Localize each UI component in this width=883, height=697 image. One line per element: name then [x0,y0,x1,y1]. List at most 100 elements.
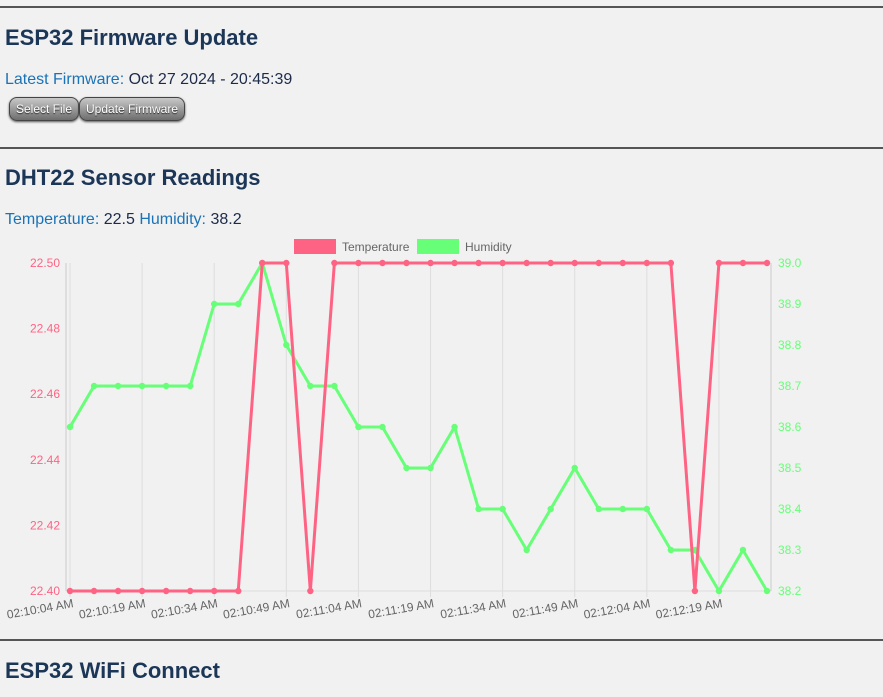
y-left-tick-label: 22.48 [30,322,60,336]
y-right-tick-label: 38.4 [778,502,802,516]
temperature-point [186,587,194,595]
temperature-point [162,587,170,595]
y-right-tick-label: 38.7 [778,379,802,393]
x-tick-label: 02:10:34 AM [150,596,219,621]
wifi-title: ESP32 WiFi Connect [5,658,220,683]
legend-temperature-swatch [294,239,336,254]
y-left-tick-label: 22.46 [30,387,60,401]
y-right-tick-label: 38.8 [778,338,802,352]
temperature-point [643,259,651,267]
humidity-point [114,382,122,390]
humidity-point [331,382,338,390]
y-right-tick-label: 38.9 [778,297,802,311]
humidity-point [283,341,290,349]
humidity-point [595,505,602,513]
temperature-point [739,259,747,267]
sensor-chart[interactable]: 22.40 22.42 22.44 22.46 22.48 22.50 38.2 38.3 38… [0,232,883,632]
temperature-point [595,259,602,267]
y-right-tick-label: 38.3 [778,543,802,557]
humidity-label: Humidity: [139,211,206,228]
temperature-point [307,587,314,595]
humidity-point [355,423,362,431]
y-left-tick-label: 22.40 [30,584,60,598]
humidity-point [619,505,626,513]
temperature-point [619,259,626,267]
humidity-point [307,382,314,390]
x-tick-label: 02:10:49 AM [222,596,291,621]
legend-temperature-label: Temperature [342,240,410,254]
temperature-point [715,259,723,267]
humidity-line [68,261,769,593]
divider-middle [0,147,883,149]
humidity-point [475,505,482,513]
temperature-point [259,259,266,267]
x-tick-label: 02:11:49 AM [511,596,579,621]
temperature-point [451,259,458,267]
x-tick-label: 02:12:19 AM [655,596,724,621]
temperature-point [379,259,386,267]
temperature-line [70,261,767,593]
temperature-point [571,259,578,267]
humidity-point [186,382,194,390]
humidity-point [427,464,434,472]
temperature-point [66,587,74,595]
temperature-point [763,259,771,267]
latest-firmware-label: Latest Firmware: [5,71,125,88]
humidity-point [162,382,170,390]
temperature-point [427,259,434,267]
y-left-tick-label: 22.42 [30,518,60,532]
y-right-tick-label: 39.0 [778,256,802,270]
y-left-tick-label: 22.50 [30,256,60,270]
humidity-point [235,300,242,308]
humidity-point [715,587,723,595]
humidity-point [667,546,675,554]
x-tick-label: 02:11:04 AM [295,596,363,621]
x-tick-label: 02:10:04 AM [6,596,75,621]
humidity-point [523,546,530,554]
humidity-point [499,505,506,513]
temperature-point [691,587,699,595]
firmware-info: Latest Firmware: Oct 27 2024 - 20:45:39 [5,71,292,89]
humidity-point [211,300,218,308]
temperature-point [499,259,506,267]
humidity-point [739,546,747,554]
x-tick-label: 02:11:19 AM [367,596,435,621]
y-right-tick-label: 38.5 [778,461,802,475]
humidity-value: 38.2 [210,211,242,228]
latest-firmware-value: Oct 27 2024 - 20:45:39 [128,71,293,88]
temperature-point [331,259,338,267]
y-right-tick-label: 38.6 [778,420,802,434]
divider-top [0,6,883,8]
divider-bottom [0,639,883,641]
humidity-point [571,464,578,472]
humidity-point [403,464,410,472]
temperature-value: 22.5 [103,211,135,228]
humidity-point [451,423,458,431]
x-tick-label: 02:11:34 AM [439,596,507,621]
temperature-point [235,587,242,595]
temperature-point [403,259,410,267]
x-tick-label: 02:10:19 AM [78,596,147,621]
humidity-point [643,505,651,513]
temperature-point [211,587,218,595]
select-file-button[interactable]: Select File [9,97,80,121]
sensor-title: DHT22 Sensor Readings [5,165,261,190]
y-right-tick-label: 38.2 [778,584,802,598]
temperature-point [283,259,290,267]
temperature-point [547,259,554,267]
temperature-point [667,259,675,267]
humidity-point [763,587,771,595]
temperature-point [355,259,362,267]
update-firmware-button[interactable]: Update Firmware [79,97,186,121]
temperature-point [138,587,146,595]
humidity-point [138,382,146,390]
humidity-point [90,382,98,390]
x-tick-label: 02:12:04 AM [583,596,652,621]
sensor-info: Temperature: 22.5 Humidity: 38.2 [5,211,242,229]
legend-humidity-label: Humidity [465,240,512,254]
temperature-point [475,259,482,267]
firmware-title: ESP32 Firmware Update [5,25,259,50]
humidity-point [379,423,386,431]
temperature-point [523,259,530,267]
legend-humidity-swatch [417,239,459,254]
